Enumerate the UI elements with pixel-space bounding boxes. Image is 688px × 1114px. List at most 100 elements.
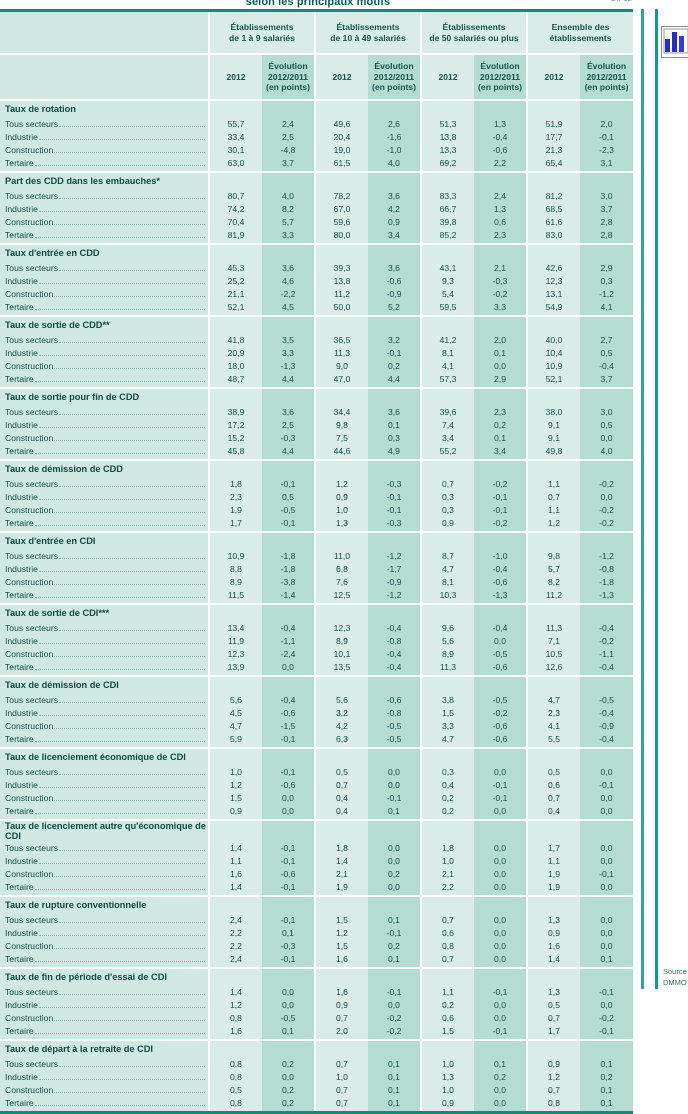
data-cell: 4,7 (420, 562, 474, 575)
section-spacer-cell (526, 99, 581, 117)
data-cell: 0,0 (474, 765, 528, 778)
data-cell: 0,0 (262, 791, 315, 804)
data-cell: 0,5 (526, 998, 581, 1011)
data-cell: 0,3 (420, 503, 474, 516)
data-cell: 1,6 (314, 952, 368, 968)
source-line-1: Source (663, 967, 687, 976)
section-spacer-cell (526, 459, 581, 477)
data-cell: 43,1 (420, 261, 474, 274)
section-spacer-cell (420, 171, 474, 189)
section-spacer-cell (208, 531, 262, 549)
data-cell: 2,4 (262, 117, 315, 130)
section-spacer-cell (526, 895, 581, 913)
evo-4-l2: 2012/2011 (586, 71, 627, 82)
section-spacer-cell (580, 243, 634, 261)
data-cell: 0,0 (262, 804, 315, 820)
section-spacer-cell (262, 531, 315, 549)
data-cell: 57,3 (420, 372, 474, 388)
data-cell: 3,4 (420, 431, 474, 444)
data-cell: 11,9 (208, 634, 262, 647)
data-cell: -0,1 (474, 985, 528, 998)
data-cell: 11,3 (420, 660, 474, 676)
data-cell: 0,4 (526, 804, 581, 820)
leader-dots (54, 583, 205, 585)
leader-dots (59, 701, 205, 703)
data-cell: -0,1 (262, 765, 315, 778)
leader-dots (34, 1032, 205, 1034)
data-cell: 63,0 (208, 156, 262, 172)
data-cell: 4,5 (262, 300, 315, 316)
data-cell: 1,7 (526, 1024, 581, 1040)
data-cell: 6,8 (314, 562, 368, 575)
data-cell: 25,2 (208, 274, 262, 287)
data-cell: -0,6 (474, 575, 528, 588)
data-cell: 0,0 (368, 880, 421, 896)
data-cell: 67,0 (314, 202, 368, 215)
data-cell: 12,3 (208, 647, 262, 660)
row-label: Industrie (5, 419, 38, 430)
table-row: Tertaire 0,8 0,2 0,7 0,1 0,9 0,0 0,8 0,1 (0, 1096, 634, 1111)
row-label-cell: Construction (0, 867, 209, 880)
leader-dots (54, 727, 205, 729)
data-cell: 9,6 (420, 621, 474, 634)
table-body: Taux de rotation Tous secteurs 55,7 2,4 49,6… (0, 99, 634, 1111)
section-spacer-cell (420, 819, 474, 841)
section-spacer-cell (208, 967, 262, 985)
table-row: Tous secteurs 45,3 3,6 39,3 3,6 43,1 2,1 42,6 2,… (0, 261, 634, 274)
data-cell: 0,6 (526, 778, 581, 791)
data-cell: 4,7 (208, 719, 262, 732)
data-cell: 4,4 (262, 372, 315, 388)
data-cell: -2,3 (580, 143, 634, 156)
data-cell: -0,5 (580, 693, 634, 706)
data-cell: 66,7 (420, 202, 474, 215)
data-cell: 4,1 (526, 719, 581, 732)
bar-chart-icon[interactable] (661, 26, 688, 58)
row-label-cell: Tous secteurs (0, 117, 209, 130)
row-label-cell: Tertaire (0, 228, 209, 244)
data-cell: 4,0 (580, 444, 634, 460)
table-row: Construction 0,5 0,2 0,7 0,1 1,0 0,0 0,7 0,1 (0, 1083, 634, 1096)
data-cell: -0,6 (262, 867, 315, 880)
data-cell: 0,8 (208, 1011, 262, 1024)
row-label-cell: Tous secteurs (0, 333, 209, 346)
row-label: Industrie (5, 203, 38, 214)
table-row: Industrie 25,2 4,6 13,8 -0,6 9,3 -0,3 12,3 0,3 (0, 274, 634, 287)
data-cell: 0,0 (474, 1083, 528, 1096)
section-header-row: Taux de démission de CDD (0, 459, 634, 477)
section-spacer-cell (368, 895, 421, 913)
leader-dots (38, 426, 205, 428)
data-cell: -0,4 (368, 621, 421, 634)
section-spacer-cell (474, 819, 528, 841)
section-spacer-cell (474, 895, 528, 913)
data-cell: -1,1 (580, 647, 634, 660)
data-cell: 4,2 (368, 202, 421, 215)
data-cell: 13,8 (314, 274, 368, 287)
section-title: Taux d'entrée en CDD (0, 243, 209, 261)
data-cell: 61,6 (526, 215, 581, 228)
section-spacer-cell (208, 675, 262, 693)
section-spacer-cell (368, 315, 421, 333)
data-cell: 10,3 (420, 588, 474, 604)
data-cell: 5,9 (208, 732, 262, 748)
data-cell: -0,5 (368, 719, 421, 732)
header-group-row: Établissements de 1 à 9 salariés Établis… (0, 12, 634, 55)
header-group-2-line2: de 10 à 49 salariés (330, 32, 406, 43)
data-cell: -0,2 (580, 503, 634, 516)
data-cell: 3,2 (314, 706, 368, 719)
data-cell: 40,0 (526, 333, 581, 346)
data-cell: 0,2 (262, 1057, 315, 1070)
data-cell: 1,4 (208, 841, 262, 854)
data-cell: 3,7 (580, 372, 634, 388)
data-cell: -1,5 (262, 719, 315, 732)
data-cell: -1,2 (368, 549, 421, 562)
header-evolution-1: Évolution 2012/2011 (en points) (262, 54, 315, 101)
data-cell: 1,9 (314, 880, 368, 896)
row-label-cell: Tous secteurs (0, 405, 209, 418)
row-label: Tertaire (5, 1025, 34, 1036)
leader-dots (54, 439, 205, 441)
leader-dots (54, 295, 205, 297)
row-label: Tertaire (5, 373, 34, 384)
leader-dots (59, 921, 205, 923)
data-cell: 33,4 (208, 130, 262, 143)
table-row: Tertaire 2,4 -0,1 1,6 0,1 0,7 0,0 1,4 0,1 (0, 952, 634, 968)
